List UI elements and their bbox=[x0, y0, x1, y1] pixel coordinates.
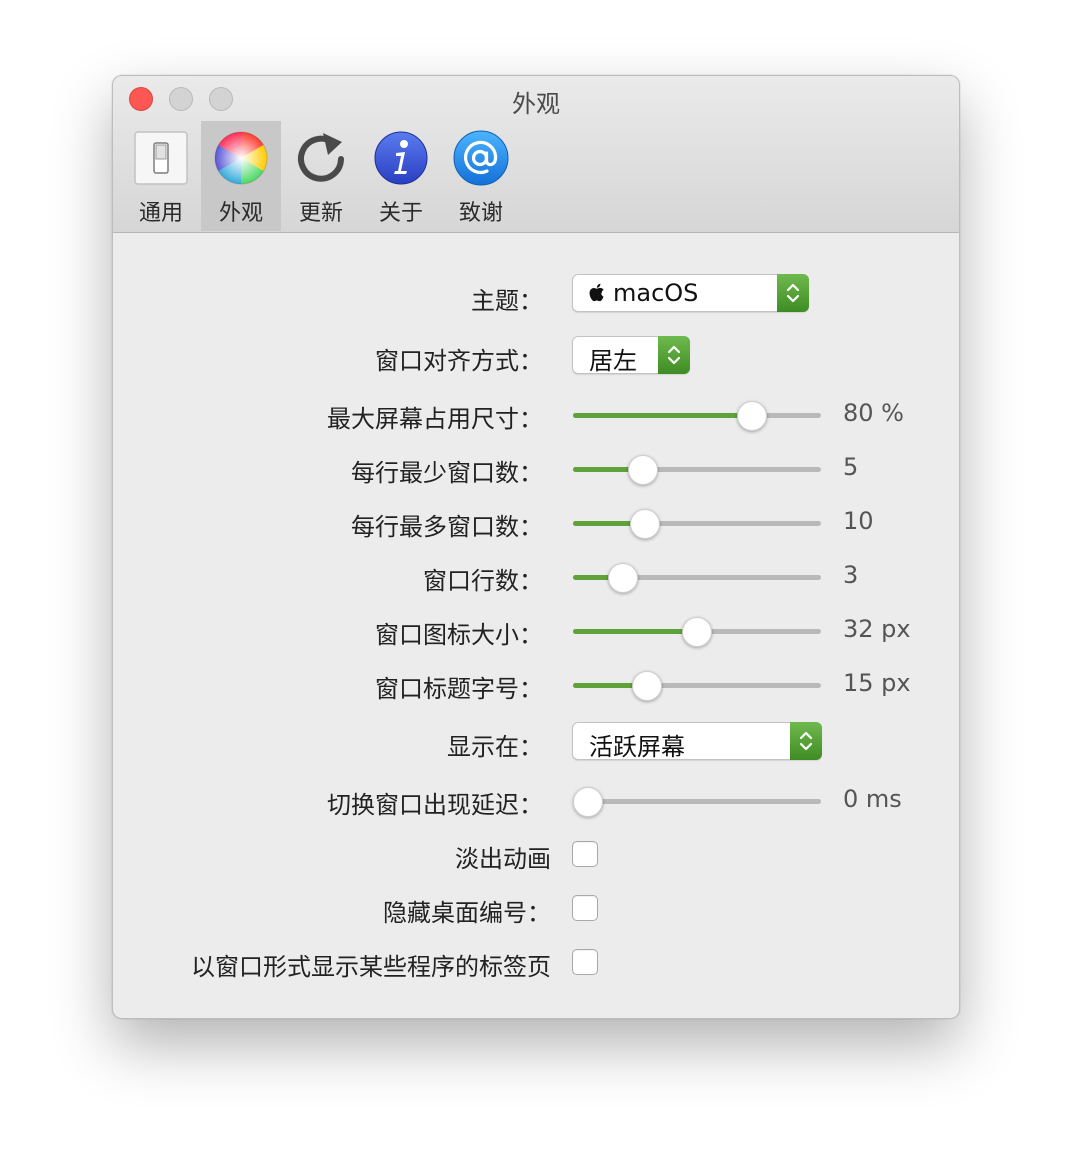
preferences-window: 外观 通用 外观 更新 关于 致谢 主题： macOS 窗口对齐方式： 居左 最… bbox=[112, 75, 960, 1019]
max-windows-per-row-label: 每行最多窗口数： bbox=[351, 513, 543, 541]
window-rows-value: 3 bbox=[843, 561, 859, 589]
theme-label: 主题： bbox=[471, 287, 543, 315]
toolbar-label: 通用 bbox=[138, 201, 183, 226]
popup-stepper bbox=[777, 274, 809, 312]
min-windows-per-row-label: 每行最少窗口数： bbox=[351, 459, 543, 487]
window-icon-size-slider[interactable] bbox=[573, 617, 821, 647]
show-on-value: 活跃屏幕 bbox=[589, 733, 685, 761]
switch-icon bbox=[134, 131, 188, 185]
switch-delay-label: 切换窗口出现延迟： bbox=[327, 791, 543, 819]
alignment-popup[interactable]: 居左 bbox=[572, 336, 690, 375]
alignment-label: 窗口对齐方式： bbox=[375, 347, 543, 375]
show-on-popup[interactable]: 活跃屏幕 bbox=[572, 722, 822, 761]
chevron-updown-icon bbox=[786, 283, 800, 303]
min-windows-per-row-slider[interactable] bbox=[573, 455, 821, 485]
max-windows-per-row-value: 10 bbox=[843, 507, 874, 535]
show-tabs-as-windows-checkbox[interactable] bbox=[572, 949, 598, 975]
info-icon bbox=[374, 131, 428, 185]
slider-knob[interactable] bbox=[631, 671, 662, 701]
fade-animation-checkbox[interactable] bbox=[572, 841, 598, 867]
color-wheel-icon bbox=[214, 131, 268, 185]
window-title-font-size-slider[interactable] bbox=[573, 671, 821, 701]
show-tabs-as-windows-label: 以窗口形式显示某些程序的标签页 bbox=[191, 953, 551, 981]
switch-delay-slider[interactable] bbox=[573, 787, 821, 817]
hide-desktop-number-checkbox[interactable] bbox=[572, 895, 598, 921]
toolbar-label: 外观 bbox=[218, 201, 263, 226]
toolbar-label: 关于 bbox=[378, 201, 423, 226]
popup-stepper bbox=[658, 336, 690, 374]
slider-knob[interactable] bbox=[682, 617, 712, 647]
toolbar-label: 致谢 bbox=[458, 201, 503, 226]
fade-animation-label: 淡出动画 bbox=[455, 845, 551, 873]
popup-stepper bbox=[790, 722, 822, 760]
window-title-font-size-label: 窗口标题字号： bbox=[375, 675, 543, 703]
theme-value: macOS bbox=[613, 279, 699, 307]
slider-knob[interactable] bbox=[629, 509, 660, 539]
switch-delay-value: 0 ms bbox=[843, 785, 902, 813]
slider-knob[interactable] bbox=[573, 787, 603, 817]
chevron-updown-icon bbox=[667, 345, 681, 365]
toolbar-item-about[interactable]: 关于 bbox=[361, 121, 441, 231]
slider-knob[interactable] bbox=[607, 563, 638, 593]
max-screen-size-slider[interactable] bbox=[573, 401, 821, 431]
toolbar-label: 更新 bbox=[298, 201, 343, 226]
window-icon-size-value: 32 px bbox=[843, 615, 911, 643]
min-windows-per-row-value: 5 bbox=[843, 453, 859, 481]
toolbar-item-general[interactable]: 通用 bbox=[121, 121, 201, 231]
chevron-updown-icon bbox=[799, 731, 813, 751]
slider-knob[interactable] bbox=[627, 455, 658, 485]
titlebar: 外观 通用 外观 更新 关于 致谢 bbox=[113, 76, 959, 233]
slider-knob[interactable] bbox=[736, 401, 767, 431]
theme-popup[interactable]: macOS bbox=[572, 274, 809, 312]
max-screen-size-value: 80 % bbox=[843, 399, 904, 427]
toolbar-item-update[interactable]: 更新 bbox=[281, 121, 361, 231]
window-title: 外观 bbox=[512, 90, 560, 118]
toolbar-item-credits[interactable]: 致谢 bbox=[441, 121, 521, 231]
window-rows-label: 窗口行数： bbox=[423, 567, 543, 595]
apple-logo-icon bbox=[589, 283, 604, 302]
max-windows-per-row-slider[interactable] bbox=[573, 509, 821, 539]
show-on-label: 显示在： bbox=[447, 733, 543, 761]
toolbar-item-appearance[interactable]: 外观 bbox=[201, 121, 281, 231]
max-screen-size-label: 最大屏幕占用尺寸： bbox=[327, 405, 543, 433]
refresh-icon bbox=[298, 133, 344, 182]
settings-panel: 主题： macOS 窗口对齐方式： 居左 最大屏幕占用尺寸： 80 % 每行最少… bbox=[113, 233, 959, 1018]
window-title-font-size-value: 15 px bbox=[843, 669, 911, 697]
window-icon-size-label: 窗口图标大小： bbox=[375, 621, 543, 649]
hide-desktop-number-label: 隐藏桌面编号： bbox=[383, 899, 551, 927]
window-rows-slider[interactable] bbox=[573, 563, 821, 593]
at-sign-icon bbox=[453, 130, 509, 186]
alignment-value: 居左 bbox=[589, 347, 637, 375]
